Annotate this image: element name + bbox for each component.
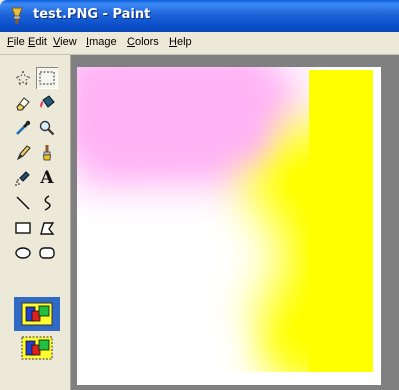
line-icon bbox=[16, 196, 30, 210]
yellow-strip bbox=[309, 70, 373, 372]
color-picker-tool[interactable] bbox=[12, 117, 34, 139]
curve-tool[interactable] bbox=[36, 192, 58, 214]
opaque-selection-option[interactable] bbox=[14, 297, 60, 331]
pencil-tool[interactable] bbox=[12, 142, 34, 164]
menu-image[interactable]: Image bbox=[83, 36, 120, 48]
magnifier-tool[interactable] bbox=[36, 117, 58, 139]
toolbox: A bbox=[0, 55, 71, 390]
opaque-selection-icon bbox=[21, 302, 53, 326]
transparent-selection-option[interactable] bbox=[14, 331, 60, 365]
brush-tool[interactable] bbox=[36, 142, 58, 164]
transparent-selection-icon bbox=[21, 336, 53, 360]
pink-core bbox=[77, 67, 267, 157]
fill-bucket-tool[interactable] bbox=[36, 92, 58, 114]
text-tool[interactable]: A bbox=[36, 167, 58, 189]
brush-icon bbox=[43, 145, 51, 161]
airbrush-icon bbox=[15, 171, 30, 186]
drawing-canvas[interactable] bbox=[77, 67, 381, 385]
airbrush-tool[interactable] bbox=[12, 167, 34, 189]
polygon-icon bbox=[40, 222, 55, 235]
pencil-icon bbox=[16, 145, 31, 161]
menu-help[interactable]: Help bbox=[166, 36, 195, 48]
color-picker-icon bbox=[16, 120, 31, 135]
eraser-icon bbox=[16, 97, 30, 111]
menu-view[interactable]: View bbox=[50, 36, 80, 48]
free-form-select-tool[interactable] bbox=[12, 67, 34, 89]
ellipse-icon bbox=[15, 247, 31, 259]
free-form-select-icon bbox=[14, 69, 32, 87]
menu-colors[interactable]: Colors bbox=[124, 36, 162, 48]
polygon-tool[interactable] bbox=[36, 217, 58, 239]
canvas-image bbox=[77, 67, 381, 385]
menu-bar: File Edit View Image Colors Help bbox=[0, 32, 399, 55]
ellipse-tool[interactable] bbox=[12, 242, 34, 264]
eraser-tool[interactable] bbox=[12, 92, 34, 114]
curve-icon bbox=[44, 195, 51, 211]
white-blend-region bbox=[107, 197, 267, 317]
window-title: test.PNG - Paint bbox=[33, 7, 151, 22]
magnifier-icon bbox=[39, 120, 55, 136]
rectangle-select-icon bbox=[39, 71, 55, 85]
paint-brush-icon bbox=[8, 7, 26, 25]
rectangle-select-tool[interactable] bbox=[36, 67, 58, 89]
rectangle-tool[interactable] bbox=[12, 217, 34, 239]
canvas-area bbox=[71, 55, 399, 390]
rounded-rectangle-icon bbox=[39, 247, 55, 259]
fill-bucket-icon bbox=[40, 95, 55, 108]
rectangle-icon bbox=[15, 222, 31, 234]
rounded-rectangle-tool[interactable] bbox=[36, 242, 58, 264]
line-tool[interactable] bbox=[12, 192, 34, 214]
menu-edit[interactable]: Edit bbox=[25, 36, 50, 48]
title-bar[interactable]: test.PNG - Paint bbox=[0, 0, 399, 32]
text-icon: A bbox=[40, 168, 54, 188]
